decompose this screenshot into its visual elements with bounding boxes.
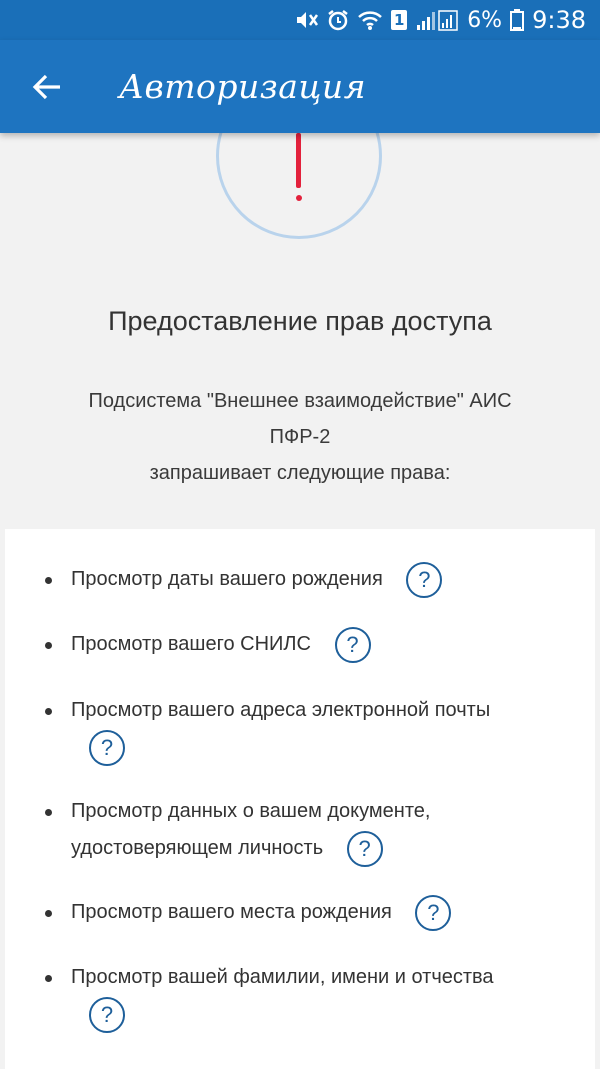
request-description: Подсистема "Внешнее взаимодействие" АИС … xyxy=(60,383,540,491)
permission-text: Просмотр вашего места рождения ? xyxy=(71,894,561,931)
help-button[interactable]: ? xyxy=(334,626,371,663)
signal-icon xyxy=(415,9,459,31)
description-line: ПФР-2 xyxy=(269,426,331,448)
permission-label: Просмотр вашего СНИЛС xyxy=(71,633,311,655)
bullet xyxy=(45,708,52,715)
back-button[interactable] xyxy=(17,57,77,117)
arrow-left-icon xyxy=(32,74,60,99)
status-bar: 1 6% 9:38 xyxy=(0,0,600,40)
help-button[interactable]: ? xyxy=(406,561,443,598)
mute-icon xyxy=(295,9,319,31)
battery-icon xyxy=(510,9,525,31)
bullet xyxy=(45,577,52,584)
bullet xyxy=(45,642,52,649)
bullet xyxy=(45,975,52,982)
exclamation-icon xyxy=(296,133,301,188)
permission-label: Просмотр вашего места рождения xyxy=(71,901,392,923)
battery-percent: 6% xyxy=(467,7,503,33)
description-line: запрашивает следующие права: xyxy=(149,462,451,484)
help-button[interactable]: ? xyxy=(415,894,452,931)
wifi-icon xyxy=(357,9,383,31)
app-bar: Авторизация xyxy=(0,40,600,133)
sim-badge: 1 xyxy=(391,10,408,30)
permission-text: Просмотр данных о вашем документе, удост… xyxy=(71,793,491,867)
exclamation-dot xyxy=(296,195,302,201)
alert-graphic xyxy=(0,133,600,245)
permissions-card: Просмотр даты вашего рождения ? Просмотр… xyxy=(5,529,595,1069)
help-button[interactable]: ? xyxy=(89,729,125,766)
permission-label: Просмотр даты вашего рождения xyxy=(71,568,383,590)
page-title: Предоставление прав доступа xyxy=(108,306,492,336)
permission-text: Просмотр вашего адреса электронной почты… xyxy=(71,692,561,766)
permission-label: Просмотр вашей фамилии, имени и отчества xyxy=(71,966,494,988)
app-title: Авторизация xyxy=(119,67,367,106)
permission-text: Просмотр вашей фамилии, имени и отчества… xyxy=(71,959,561,1033)
bullet xyxy=(45,809,52,816)
help-button[interactable]: ? xyxy=(346,830,383,867)
clock: 9:38 xyxy=(532,6,586,34)
permission-text: Просмотр вашего СНИЛС ? xyxy=(71,626,561,663)
permission-text: Просмотр даты вашего рождения ? xyxy=(71,561,561,598)
permission-label: Просмотр вашего адреса электронной почты xyxy=(71,699,491,721)
help-button[interactable]: ? xyxy=(89,996,125,1033)
bullet xyxy=(45,910,52,917)
alarm-icon xyxy=(327,9,349,31)
description-line: Подсистема "Внешнее взаимодействие" АИС xyxy=(88,390,512,412)
